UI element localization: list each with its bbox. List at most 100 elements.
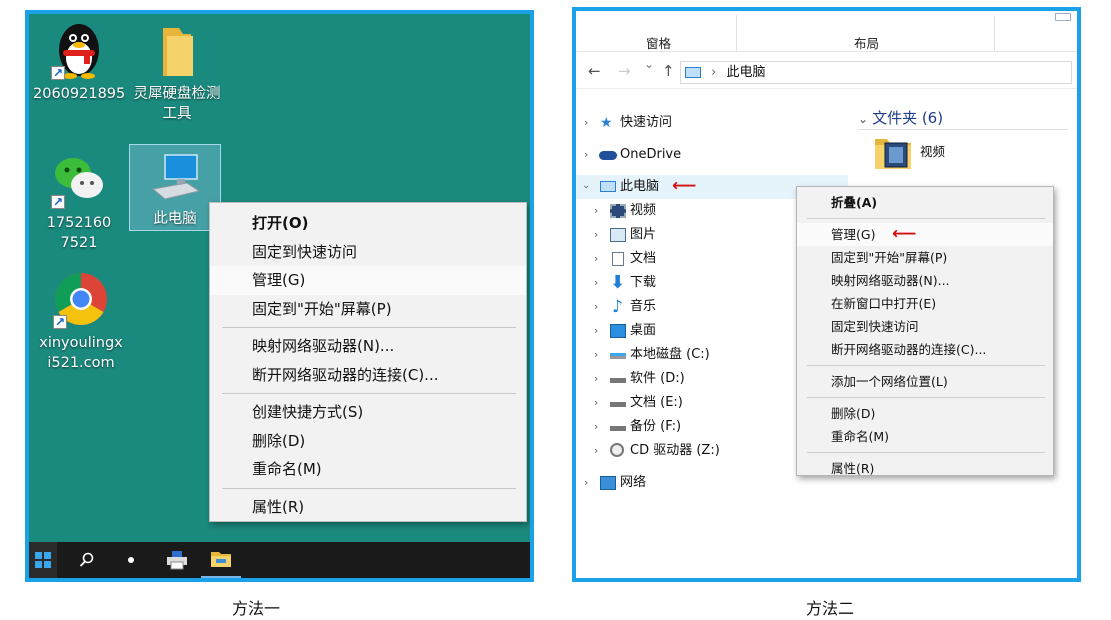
section-divider bbox=[858, 129, 1068, 130]
ribbon-group-pane[interactable]: 窗格 bbox=[646, 33, 671, 52]
document-icon bbox=[612, 252, 624, 266]
wechat-icon bbox=[51, 149, 107, 212]
menu-item-collapse[interactable]: 折叠(A) bbox=[797, 191, 1053, 214]
chevron-right-icon[interactable]: › bbox=[594, 271, 598, 295]
chevron-right-icon[interactable]: › bbox=[594, 247, 598, 271]
menu-item-map-drive[interactable]: 映射网络驱动器(N)... bbox=[210, 332, 526, 361]
desktop-icon-label: xinyoulingxi521.com bbox=[39, 335, 123, 371]
tree-item-label: 网络 bbox=[620, 475, 647, 490]
menu-item-add-network-location[interactable]: 添加一个网络位置(L) bbox=[797, 370, 1053, 393]
menu-item-manage[interactable]: 管理(G) ⟵ bbox=[797, 223, 1053, 246]
menu-item-pin-quick-access[interactable]: 固定到快速访问 bbox=[797, 315, 1053, 338]
menu-item-create-shortcut[interactable]: 创建快捷方式(S) bbox=[210, 398, 526, 427]
tree-item-label: 文档 (E:) bbox=[630, 395, 683, 410]
download-icon: ⬇ bbox=[610, 272, 626, 293]
shortcut-arrow-icon bbox=[51, 192, 65, 212]
recent-dropdown-icon[interactable]: ⌄ bbox=[644, 57, 654, 71]
chevron-right-icon[interactable]: › bbox=[584, 111, 588, 135]
address-bar[interactable]: › 此电脑 bbox=[680, 61, 1072, 84]
ribbon-separator bbox=[736, 15, 737, 51]
ribbon: 窗格 布局 bbox=[576, 11, 1077, 52]
explorer-screenshot: 窗格 布局 ← → ⌄ ↑ › 此电脑 › ★ 快速访问 › OneDrive … bbox=[572, 7, 1081, 582]
menu-item-pin-start[interactable]: 固定到"开始"屏幕(P) bbox=[210, 295, 526, 324]
cloud-icon bbox=[599, 151, 617, 160]
tree-item-label: 本地磁盘 (C:) bbox=[630, 347, 710, 362]
red-arrow-annotation: ⟵ bbox=[672, 176, 697, 196]
taskbar bbox=[29, 542, 530, 578]
desktop-icon-label: 此电脑 bbox=[153, 211, 197, 227]
caption-method-two: 方法二 bbox=[806, 599, 855, 618]
printer-icon[interactable] bbox=[157, 542, 197, 578]
windows-start-icon[interactable] bbox=[29, 542, 57, 578]
shortcut-arrow-icon bbox=[51, 63, 65, 83]
menu-item-properties[interactable]: 属性(R) bbox=[797, 457, 1053, 480]
desktop-context-menu: 打开(O) 固定到快速访问 管理(G) 固定到"开始"屏幕(P) 映射网络驱动器… bbox=[209, 202, 527, 522]
chevron-right-icon[interactable]: › bbox=[594, 415, 598, 439]
menu-item-disconnect-drive[interactable]: 断开网络驱动器的连接(C)... bbox=[210, 361, 526, 390]
drive-icon bbox=[610, 426, 626, 431]
up-arrow-icon[interactable]: ↑ bbox=[662, 62, 675, 80]
tree-item-onedrive[interactable]: › OneDrive bbox=[576, 143, 848, 167]
ribbon-group-layout[interactable]: 布局 bbox=[854, 33, 879, 52]
chevron-right-icon[interactable]: › bbox=[594, 319, 598, 343]
menu-item-open-new-window[interactable]: 在新窗口中打开(E) bbox=[797, 292, 1053, 315]
tree-item-label: 音乐 bbox=[630, 299, 657, 314]
section-header-folders[interactable]: ⌄ 文件夹 (6) bbox=[858, 107, 943, 128]
forward-arrow-icon[interactable]: → bbox=[618, 62, 631, 80]
desktop-icon-chrome[interactable]: xinyoulingxi521.com bbox=[35, 269, 127, 373]
section-header-label: 文件夹 (6) bbox=[872, 109, 944, 127]
back-arrow-icon[interactable]: ← bbox=[588, 62, 601, 80]
pinwheel-app-icon[interactable] bbox=[111, 542, 151, 578]
chevron-down-icon[interactable]: ⌄ bbox=[858, 112, 868, 126]
address-segment-this-pc[interactable]: 此电脑 bbox=[726, 65, 765, 80]
tree-item-label: OneDrive bbox=[620, 147, 682, 162]
chevron-right-icon[interactable]: › bbox=[594, 343, 598, 367]
menu-item-open[interactable]: 打开(O) bbox=[210, 209, 526, 238]
menu-item-pin-quick-access[interactable]: 固定到快速访问 bbox=[210, 238, 526, 267]
chevron-right-icon[interactable]: › bbox=[584, 143, 588, 167]
picture-icon bbox=[610, 228, 626, 242]
chevron-right-icon[interactable]: › bbox=[594, 439, 598, 463]
menu-separator bbox=[222, 327, 516, 328]
desktop-icon-qq[interactable]: 2060921895 bbox=[33, 20, 125, 104]
qq-penguin-icon bbox=[51, 20, 107, 83]
search-icon[interactable] bbox=[67, 542, 107, 578]
chevron-right-icon[interactable]: › bbox=[594, 223, 598, 247]
tree-item-label: 桌面 bbox=[630, 323, 657, 338]
desktop-icon-this-pc[interactable]: 此电脑 bbox=[129, 144, 221, 231]
videos-folder-icon[interactable] bbox=[873, 133, 913, 173]
menu-item-delete[interactable]: 删除(D) bbox=[210, 427, 526, 456]
chevron-right-icon[interactable]: › bbox=[594, 367, 598, 391]
menu-item-rename[interactable]: 重命名(M) bbox=[797, 425, 1053, 448]
menu-separator bbox=[807, 397, 1045, 398]
menu-item-map-drive[interactable]: 映射网络驱动器(N)... bbox=[797, 269, 1053, 292]
menu-item-properties[interactable]: 属性(R) bbox=[210, 493, 526, 522]
chevron-down-icon[interactable]: › bbox=[576, 185, 598, 189]
menu-item-pin-start[interactable]: 固定到"开始"屏幕(P) bbox=[797, 246, 1053, 269]
tree-item-label: 下载 bbox=[630, 275, 657, 290]
chevron-right-icon[interactable]: › bbox=[594, 199, 598, 223]
menu-separator bbox=[807, 452, 1045, 453]
menu-item-disconnect-drive[interactable]: 断开网络驱动器的连接(C)... bbox=[797, 338, 1053, 361]
file-explorer-icon[interactable] bbox=[201, 542, 241, 578]
chevron-right-icon[interactable]: › bbox=[584, 471, 588, 495]
desktop-icon-label: 灵犀硬盘检测工具 bbox=[133, 86, 221, 122]
menu-item-rename[interactable]: 重命名(M) bbox=[210, 455, 526, 484]
navigation-bar: ← → ⌄ ↑ › 此电脑 bbox=[576, 55, 1077, 89]
tree-item-label: 快速访问 bbox=[620, 115, 673, 130]
menu-item-manage[interactable]: 管理(G) bbox=[210, 266, 526, 295]
desktop-icon-label: 2060921895 bbox=[33, 86, 126, 102]
cd-drive-icon bbox=[610, 443, 624, 457]
red-arrow-annotation: ⟵ bbox=[892, 224, 917, 244]
folder-label-videos[interactable]: 视频 bbox=[920, 141, 945, 160]
tree-item-quick-access[interactable]: › ★ 快速访问 bbox=[576, 111, 848, 135]
menu-item-delete[interactable]: 删除(D) bbox=[797, 402, 1053, 425]
chevron-right-icon[interactable]: › bbox=[594, 391, 598, 415]
desktop-icon-disk-tool[interactable]: 灵犀硬盘检测工具 bbox=[129, 20, 225, 124]
drive-icon bbox=[610, 378, 626, 383]
chevron-right-icon[interactable]: › bbox=[594, 295, 598, 319]
desktop-icon-wechat[interactable]: 17521607521 bbox=[33, 149, 125, 253]
desktop-icon bbox=[610, 324, 626, 338]
tree-item-label: 文档 bbox=[630, 251, 657, 266]
shortcut-arrow-icon bbox=[53, 312, 67, 332]
